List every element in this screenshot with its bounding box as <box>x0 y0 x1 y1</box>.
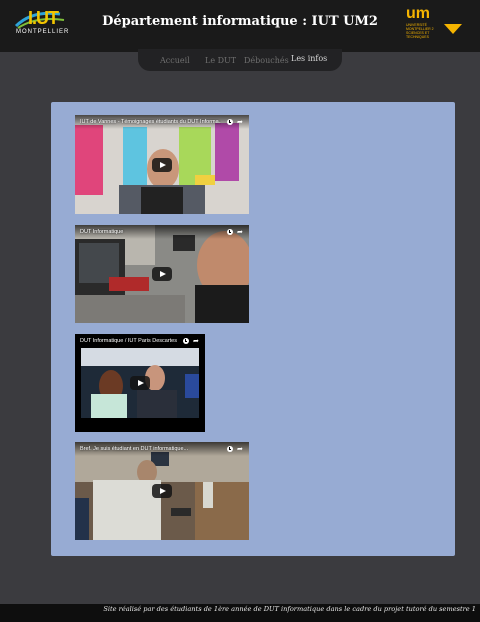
watch-later-icon[interactable] <box>227 119 233 125</box>
video-title[interactable]: IUT de Vannes - Témoignages étudiants du… <box>80 119 221 125</box>
play-button-icon[interactable] <box>130 376 150 390</box>
video-title[interactable]: Bref. Je suis étudiant en DUT informatiq… <box>80 446 221 452</box>
watch-later-icon[interactable] <box>183 338 189 344</box>
main-nav: Accueil Le DUT Débouchés Les infos <box>138 49 342 71</box>
video-title[interactable]: DUT Informatique <box>80 229 221 235</box>
share-icon[interactable]: ➦ <box>237 118 243 126</box>
page-title: Département informatique : IUT UM2 <box>102 14 378 29</box>
footer-text: Site réalisé par des étudiants de 1ère a… <box>103 605 476 613</box>
play-button-icon[interactable] <box>152 267 172 281</box>
um-subtitle-text: UNIVERSITÉ MONTPELLIER 2 SCIENCES ET TEC… <box>406 23 434 39</box>
video-embed-3[interactable]: DUT Informatique / IUT Paris Descartes ➦ <box>75 334 205 432</box>
play-button-icon[interactable] <box>152 158 172 172</box>
nav-item-debouches[interactable]: Débouchés <box>244 56 289 65</box>
logo-brand-text: I.UT <box>28 8 59 28</box>
content-panel: IUT de Vannes - Témoignages étudiants du… <box>51 102 455 556</box>
watch-later-icon[interactable] <box>227 446 233 452</box>
video-embed-2[interactable]: DUT Informatique ➦ <box>75 225 249 323</box>
video-embed-1[interactable]: IUT de Vannes - Témoignages étudiants du… <box>75 115 249 214</box>
site-footer: Site réalisé par des étudiants de 1ère a… <box>0 604 480 622</box>
iut-montpellier-logo[interactable]: I.UT MONTPELLIER <box>14 6 78 40</box>
share-icon[interactable]: ➦ <box>193 337 199 345</box>
play-button-icon[interactable] <box>152 484 172 498</box>
share-icon[interactable]: ➦ <box>237 228 243 236</box>
um2-logo[interactable]: um UNIVERSITÉ MONTPELLIER 2 SCIENCES ET … <box>404 5 462 39</box>
share-icon[interactable]: ➦ <box>237 445 243 453</box>
video-title[interactable]: DUT Informatique / IUT Paris Descartes <box>80 338 177 344</box>
nav-item-le-dut[interactable]: Le DUT <box>205 56 236 65</box>
triangle-icon <box>444 24 462 34</box>
nav-item-les-infos[interactable]: Les infos <box>291 54 327 63</box>
um-brand-text: um <box>406 5 430 22</box>
watch-later-icon[interactable] <box>227 229 233 235</box>
nav-item-accueil[interactable]: Accueil <box>160 56 190 65</box>
logo-city-text: MONTPELLIER <box>16 29 70 35</box>
video-embed-4[interactable]: Bref. Je suis étudiant en DUT informatiq… <box>75 442 249 540</box>
site-header: I.UT MONTPELLIER Département informatiqu… <box>0 0 480 52</box>
